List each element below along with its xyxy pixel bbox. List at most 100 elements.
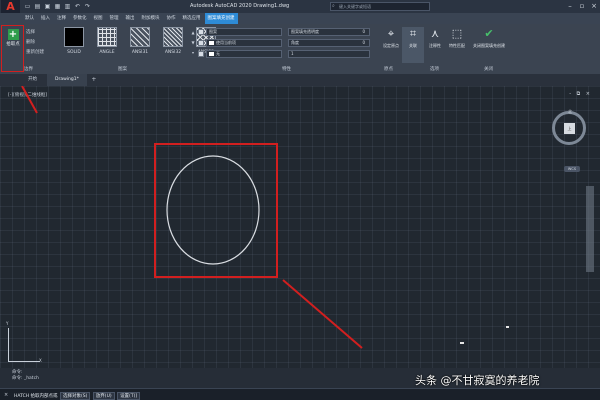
associative-label: 关联 [409, 43, 417, 48]
ucs-x-axis [8, 361, 40, 362]
hatch-properties: 图案 图案填充透明度 0 使用当前项 角度 0 无 1 [198, 27, 376, 60]
tab-output[interactable]: 输出 [123, 13, 138, 24]
document-tab-bar: 开始 Drawing1* + [0, 74, 600, 86]
quick-access-toolbar: ▭ ▤ ▣ ▦ ▥ ↶ ↷ [24, 3, 91, 10]
hatch-type-select[interactable]: 图案 [206, 28, 282, 36]
pattern-name: ANGLE [99, 50, 115, 55]
cursor-mark [506, 326, 509, 328]
associative-button[interactable]: ⌗ 关联 [402, 27, 424, 63]
tab-hatch-creation[interactable]: 图案填充创建 [204, 13, 238, 24]
gallery-scroll[interactable]: ▲ ▼ ▾ [190, 28, 196, 58]
tab-parametric[interactable]: 参数化 [70, 13, 90, 24]
pattern-group-label: 图案 [118, 67, 127, 72]
ansi31-swatch [130, 27, 150, 47]
transparency-value: 0 [362, 29, 365, 34]
tab-view[interactable]: 视图 [91, 13, 106, 24]
search-icon: ⌕ [332, 3, 335, 9]
undo-icon[interactable]: ↶ [74, 3, 81, 10]
option-undo[interactable]: 放弃(U) [92, 392, 115, 400]
scale-field[interactable]: 1 [288, 50, 370, 58]
tab-annotate[interactable]: 注释 [54, 13, 69, 24]
background-color-icon [198, 51, 204, 57]
background-color-select[interactable]: 无 [206, 50, 282, 58]
close-command-icon[interactable]: × [4, 392, 8, 398]
annotative-icon: ⋏ [430, 27, 440, 40]
pattern-ansi31[interactable]: ANSI31 [126, 27, 154, 55]
option-select-objects[interactable]: 选择对象(S) [60, 392, 91, 400]
tab-featured-apps[interactable]: 精选应用 [180, 13, 204, 24]
redo-icon[interactable]: ↷ [84, 3, 91, 10]
remove-label: 删除 [26, 40, 35, 45]
hatch-color-value: 使用当前项 [216, 40, 236, 45]
tab-addins[interactable]: 附加模块 [139, 13, 163, 24]
new-file-icon[interactable]: ▭ [24, 3, 31, 10]
angle-label: 角度 [291, 40, 299, 45]
match-properties-icon: ⬚ [451, 27, 463, 40]
close-group-label: 关闭 [484, 67, 493, 72]
pattern-name: ANSI32 [164, 50, 182, 55]
crosshair-cursor-mark [460, 342, 464, 344]
search-input[interactable]: ⌕ 键入关键字或短语 [330, 2, 430, 11]
tab-collaborate[interactable]: 协作 [164, 13, 179, 24]
prop-row-type: 图案 图案填充透明度 0 [198, 27, 376, 38]
color-swatch [209, 41, 214, 45]
autocad-logo-button[interactable]: A [1, 0, 20, 13]
solid-swatch [64, 27, 84, 47]
checkmark-icon: ✔ [484, 27, 494, 40]
command-line[interactable]: × HATCH 拾取内部点或 选择对象(S) 放弃(U) 设置(T)] [0, 388, 600, 400]
ucs-x-label: X [39, 358, 42, 363]
window-title: Autodesk AutoCAD 2020 Drawing1.dwg [190, 3, 290, 9]
minimize-icon[interactable]: – [565, 2, 575, 11]
annotative-button[interactable]: ⋏ 注释性 [424, 27, 446, 49]
save-icon[interactable]: ▣ [44, 3, 51, 10]
maximize-icon[interactable]: ▫ [577, 2, 587, 11]
pattern-gallery: SOLID ANGLE ANSI31 ANSI32 ANSI33 [60, 27, 220, 55]
origin-icon: ⌖ [387, 27, 395, 40]
recreate-boundary-button[interactable]: 重新创建 [26, 48, 54, 58]
ucs-y-axis [8, 328, 9, 362]
close-hatch-creation-button[interactable]: ✔ 关闭图案填充创建 [472, 27, 506, 49]
pattern-solid[interactable]: SOLID [60, 27, 88, 55]
select-label: 选择 [26, 30, 35, 35]
prop-row-color: 使用当前项 角度 0 [198, 38, 376, 49]
pattern-ansi32[interactable]: ANSI32 [159, 27, 187, 55]
tab-drawing1[interactable]: Drawing1* [47, 74, 87, 86]
hatch-color-select[interactable]: 使用当前项 [206, 39, 282, 47]
close-icon[interactable]: × [589, 2, 599, 11]
transparency-field[interactable]: 图案填充透明度 0 [288, 28, 370, 36]
command-prompt[interactable]: HATCH 拾取内部点或 选择对象(S) 放弃(U) 设置(T)] [14, 392, 141, 400]
background-color-value: 无 [216, 51, 220, 56]
close-hatch-creation-label: 关闭图案填充创建 [473, 43, 505, 48]
tab-insert[interactable]: 插入 [38, 13, 53, 24]
pattern-angle[interactable]: ANGLE [93, 27, 121, 55]
pattern-name: ANSI31 [131, 50, 149, 55]
annotation-highlight-circle [154, 143, 278, 278]
tab-home[interactable]: 默认 [22, 13, 37, 24]
new-tab-icon[interactable]: + [89, 74, 99, 86]
ribbon-tab-bar: 默认 插入 注释 参数化 视图 管理 输出 附加模块 协作 精选应用 图案填充创… [0, 13, 600, 24]
title-bar: A ▭ ▤ ▣ ▦ ▥ ↶ ↷ Autodesk AutoCAD 2020 Dr… [0, 0, 600, 13]
remove-boundary-button[interactable]: 删除 [26, 38, 54, 48]
associative-icon: ⌗ [409, 27, 417, 40]
open-folder-icon[interactable]: ▤ [34, 3, 41, 10]
angle-field[interactable]: 角度 0 [288, 39, 370, 47]
annotation-arrow-bottom [282, 279, 363, 349]
angle-swatch [97, 27, 117, 47]
match-properties-button[interactable]: ⬚ 特性匹配 [446, 27, 468, 49]
scale-value: 1 [291, 51, 294, 56]
print-icon[interactable]: ▥ [64, 3, 71, 10]
drawing-svg [21, 86, 363, 349]
annotation-arrow-top [21, 86, 38, 114]
ribbon-panel: + 拾取点 选择 删除 重新创建 边界 SOLID ANGLE ANSI31 A… [0, 24, 600, 74]
drawing-canvas[interactable]: [-][俯视][二维线框] - ⧉ × 北 上 WCS Y X [0, 86, 600, 368]
tab-start[interactable]: 开始 [20, 74, 45, 86]
pattern-name: SOLID [67, 50, 81, 55]
set-origin-button[interactable]: ⌖ 设定原点 [380, 27, 402, 49]
origin-group-label: 原点 [384, 67, 393, 72]
save-as-icon[interactable]: ▦ [54, 3, 61, 10]
ucs-icon: Y X [6, 321, 46, 366]
tab-manage[interactable]: 管理 [107, 13, 122, 24]
option-settings[interactable]: 设置(T)] [117, 392, 141, 400]
select-boundary-button[interactable]: 选择 [26, 28, 54, 38]
bg-swatch [209, 52, 214, 56]
